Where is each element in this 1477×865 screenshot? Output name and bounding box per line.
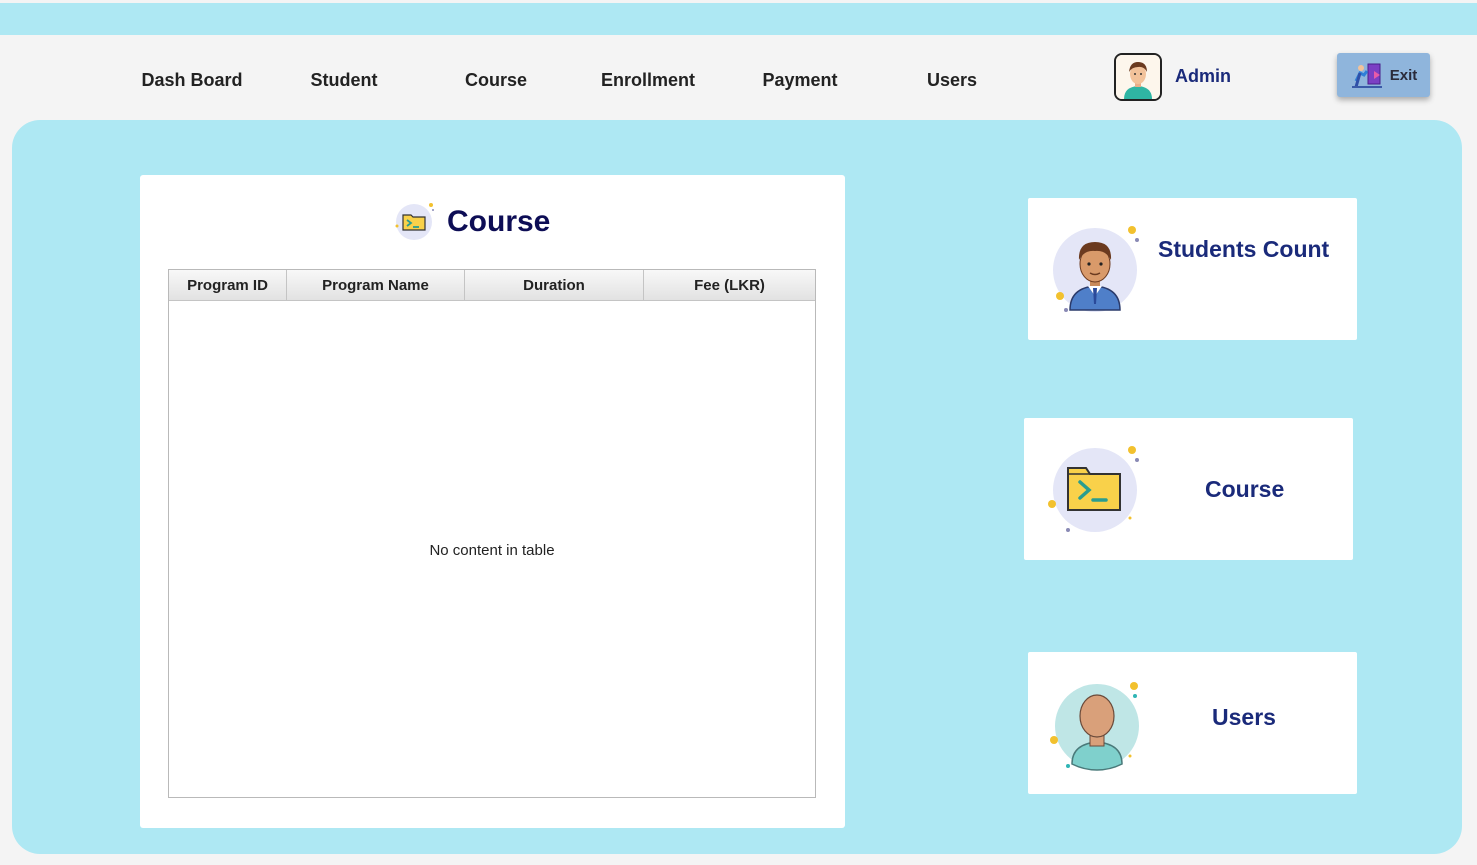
user-avatar-icon: [1050, 678, 1146, 774]
nav-enrollment[interactable]: Enrollment: [601, 70, 695, 91]
top-strip: [0, 3, 1477, 35]
nav-users[interactable]: Users: [927, 70, 977, 91]
student-avatar-icon: [1048, 222, 1144, 318]
students-count-card[interactable]: Students Count: [1028, 198, 1357, 340]
column-header-duration[interactable]: Duration: [465, 270, 644, 300]
page-title: Course: [447, 205, 551, 238]
admin-avatar-icon: [1114, 53, 1162, 101]
course-table[interactable]: Program ID Program Name Duration Fee (LK…: [168, 269, 816, 798]
column-header-fee[interactable]: Fee (LKR): [644, 270, 815, 300]
nav-student[interactable]: Student: [311, 70, 378, 91]
exit-label: Exit: [1389, 66, 1418, 84]
students-count-label: Students Count: [1158, 236, 1330, 262]
nav-payment[interactable]: Payment: [762, 70, 837, 91]
users-card-label: Users: [1212, 704, 1276, 730]
top-navigation: Dash Board Student Course Enrollment Pay…: [0, 60, 1477, 104]
column-header-program-id[interactable]: Program ID: [169, 270, 287, 300]
column-header-program-name[interactable]: Program Name: [287, 270, 465, 300]
table-header: Program ID Program Name Duration Fee (LK…: [169, 270, 815, 301]
course-card-label: Course: [1205, 476, 1285, 502]
empty-table-message: No content in table: [429, 542, 555, 559]
exit-door-icon: [1351, 63, 1382, 88]
terminal-folder-icon: [1048, 442, 1144, 538]
nav-course[interactable]: Course: [465, 70, 527, 91]
exit-button[interactable]: Exit: [1337, 53, 1430, 97]
admin-username[interactable]: Admin: [1175, 66, 1231, 87]
nav-dashboard[interactable]: Dash Board: [141, 70, 242, 91]
users-card[interactable]: Users: [1028, 652, 1357, 794]
course-card[interactable]: Course: [1024, 418, 1353, 560]
terminal-folder-icon: [393, 200, 437, 244]
